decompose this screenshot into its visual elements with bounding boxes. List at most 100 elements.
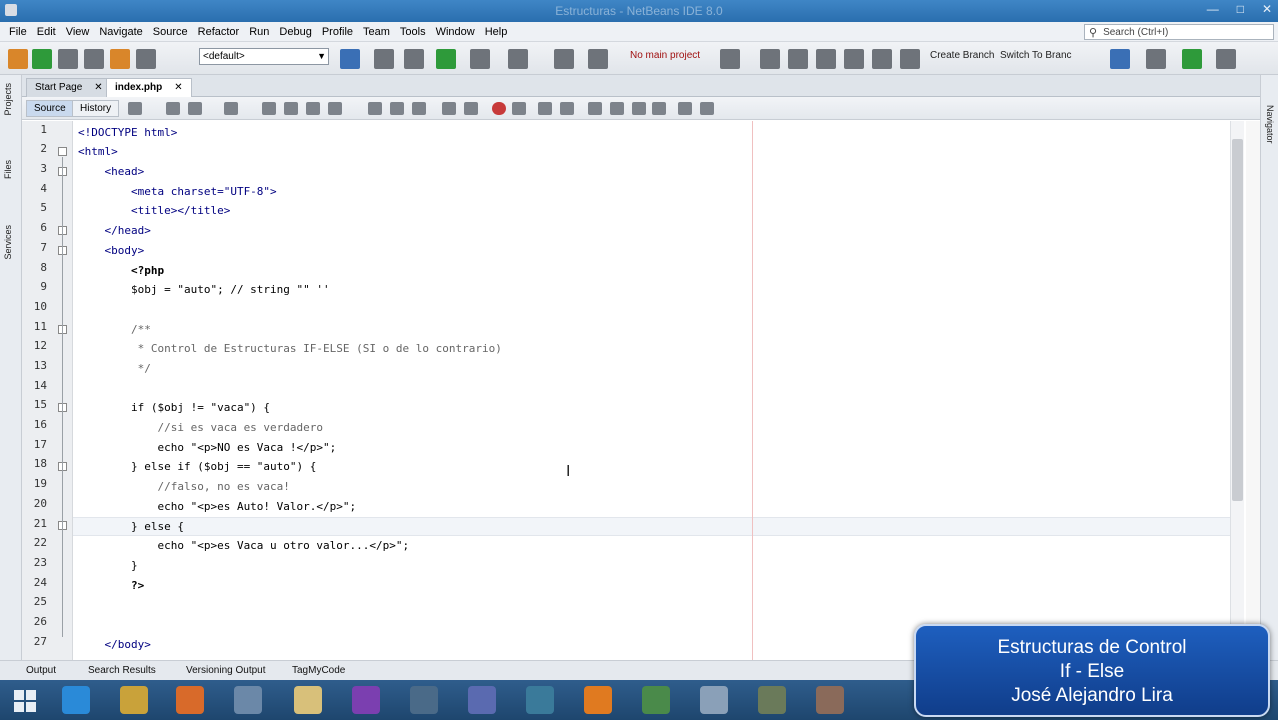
tab-files[interactable]: Files [3, 160, 13, 179]
screenshot-icon[interactable] [554, 49, 574, 69]
comment-icon[interactable] [538, 102, 552, 115]
menu-view[interactable]: View [61, 26, 95, 38]
app3-icon[interactable] [816, 686, 844, 714]
save-all-icon[interactable] [84, 49, 104, 69]
tools-icon[interactable] [410, 686, 438, 714]
menu-debug[interactable]: Debug [274, 26, 316, 38]
chrome-icon[interactable] [120, 686, 148, 714]
back-icon[interactable] [166, 102, 180, 115]
close-icon[interactable]: ✕ [174, 82, 182, 93]
app-icon[interactable] [468, 686, 496, 714]
new-project-icon[interactable] [32, 49, 52, 69]
close-icon[interactable]: ✕ [94, 82, 102, 93]
versioning-output-tab[interactable]: Versioning Output [186, 665, 266, 676]
tab-services[interactable]: Services [3, 225, 13, 260]
stop-macro-icon[interactable] [512, 102, 526, 115]
console-icon[interactable] [720, 49, 740, 69]
git-icon-1[interactable] [760, 49, 780, 69]
tab-index-php[interactable]: index.php ✕ [106, 78, 192, 97]
tab-navigator[interactable]: Navigator [1265, 105, 1275, 144]
code-editor[interactable]: <!DOCTYPE html> <html> <head> <meta char… [78, 121, 1228, 660]
visual-studio-icon[interactable] [352, 686, 380, 714]
prev-bookmark-icon[interactable] [368, 102, 382, 115]
tab-source[interactable]: Source [26, 100, 74, 117]
maximize-icon[interactable]: □ [1237, 2, 1244, 16]
explorer-icon[interactable] [294, 686, 322, 714]
undo-icon[interactable] [110, 49, 130, 69]
netbeans-taskbar-icon[interactable] [700, 686, 728, 714]
tagmycode-tab[interactable]: TagMyCode [292, 665, 345, 676]
zoom-out-icon[interactable] [610, 102, 624, 115]
menu-navigate[interactable]: Navigate [94, 26, 147, 38]
git-icon-3[interactable] [816, 49, 836, 69]
next-bookmark-icon[interactable] [390, 102, 404, 115]
git-icon-2[interactable] [788, 49, 808, 69]
menu-tools[interactable]: Tools [395, 26, 431, 38]
menu-refactor[interactable]: Refactor [193, 26, 245, 38]
config-select[interactable]: <default> ▼ [199, 48, 329, 65]
last-edit-icon[interactable] [128, 102, 142, 115]
mail-icon[interactable] [234, 686, 262, 714]
zend-icon[interactable] [588, 49, 608, 69]
php-icon[interactable] [1110, 49, 1130, 69]
create-branch-button[interactable]: Create Branch [930, 50, 994, 61]
debug-icon[interactable] [470, 49, 490, 69]
close-icon[interactable]: ✕ [1262, 2, 1272, 16]
app2-icon[interactable] [758, 686, 786, 714]
plugin-icon[interactable] [1182, 49, 1202, 69]
search-input[interactable]: ⚲ Search (Ctrl+I) [1084, 24, 1274, 40]
editor-app-icon[interactable] [642, 686, 670, 714]
tab-start-page[interactable]: Start Page ✕ [26, 78, 112, 97]
search-results-tab[interactable]: Search Results [88, 665, 156, 676]
shift-right-icon[interactable] [464, 102, 478, 115]
menu-help[interactable]: Help [480, 26, 513, 38]
chevron-left-icon[interactable] [700, 102, 714, 115]
git-icon-6[interactable] [900, 49, 920, 69]
record-macro-icon[interactable] [492, 102, 506, 115]
ie-icon[interactable] [62, 686, 90, 714]
vertical-scrollbar[interactable] [1230, 121, 1244, 660]
build-icon[interactable] [404, 49, 424, 69]
open-project-icon[interactable] [58, 49, 78, 69]
memory-icon[interactable] [1216, 49, 1236, 69]
profile-icon[interactable] [508, 49, 528, 69]
shift-left-icon[interactable] [442, 102, 456, 115]
toggle-bookmark-icon[interactable] [412, 102, 426, 115]
find-selection-icon[interactable] [306, 102, 320, 115]
menu-edit[interactable]: Edit [32, 26, 61, 38]
forward-icon[interactable] [188, 102, 202, 115]
redo-icon[interactable] [136, 49, 156, 69]
output-tab[interactable]: Output [26, 665, 56, 676]
filezilla-icon[interactable] [584, 686, 612, 714]
find-next-icon[interactable] [284, 102, 298, 115]
fold-toggle[interactable] [58, 147, 67, 156]
find-icon[interactable] [224, 102, 238, 115]
scrollbar-thumb[interactable] [1232, 139, 1243, 501]
menu-run[interactable]: Run [244, 26, 274, 38]
git-icon-4[interactable] [844, 49, 864, 69]
stop-icon[interactable] [652, 102, 666, 115]
firefox-icon[interactable] [176, 686, 204, 714]
git-icon-5[interactable] [872, 49, 892, 69]
zoom-in-icon[interactable] [588, 102, 602, 115]
run-icon[interactable] [436, 49, 456, 69]
zoom-reset-icon[interactable] [632, 102, 646, 115]
menu-source[interactable]: Source [148, 26, 193, 38]
diff-icon[interactable] [678, 102, 692, 115]
menu-profile[interactable]: Profile [317, 26, 358, 38]
tab-history[interactable]: History [72, 100, 120, 117]
menu-window[interactable]: Window [431, 26, 480, 38]
windows-start-icon[interactable] [14, 690, 36, 712]
network-icon[interactable] [526, 686, 554, 714]
terminal-icon[interactable] [1146, 49, 1166, 69]
minimize-icon[interactable]: — [1207, 2, 1219, 16]
toggle-highlight-icon[interactable] [328, 102, 342, 115]
browser-icon[interactable] [340, 49, 360, 69]
new-file-icon[interactable] [8, 49, 28, 69]
menu-team[interactable]: Team [358, 26, 395, 38]
uncomment-icon[interactable] [560, 102, 574, 115]
clean-build-icon[interactable] [374, 49, 394, 69]
menu-file[interactable]: File [4, 26, 32, 38]
tab-projects[interactable]: Projects [3, 83, 13, 116]
find-prev-icon[interactable] [262, 102, 276, 115]
